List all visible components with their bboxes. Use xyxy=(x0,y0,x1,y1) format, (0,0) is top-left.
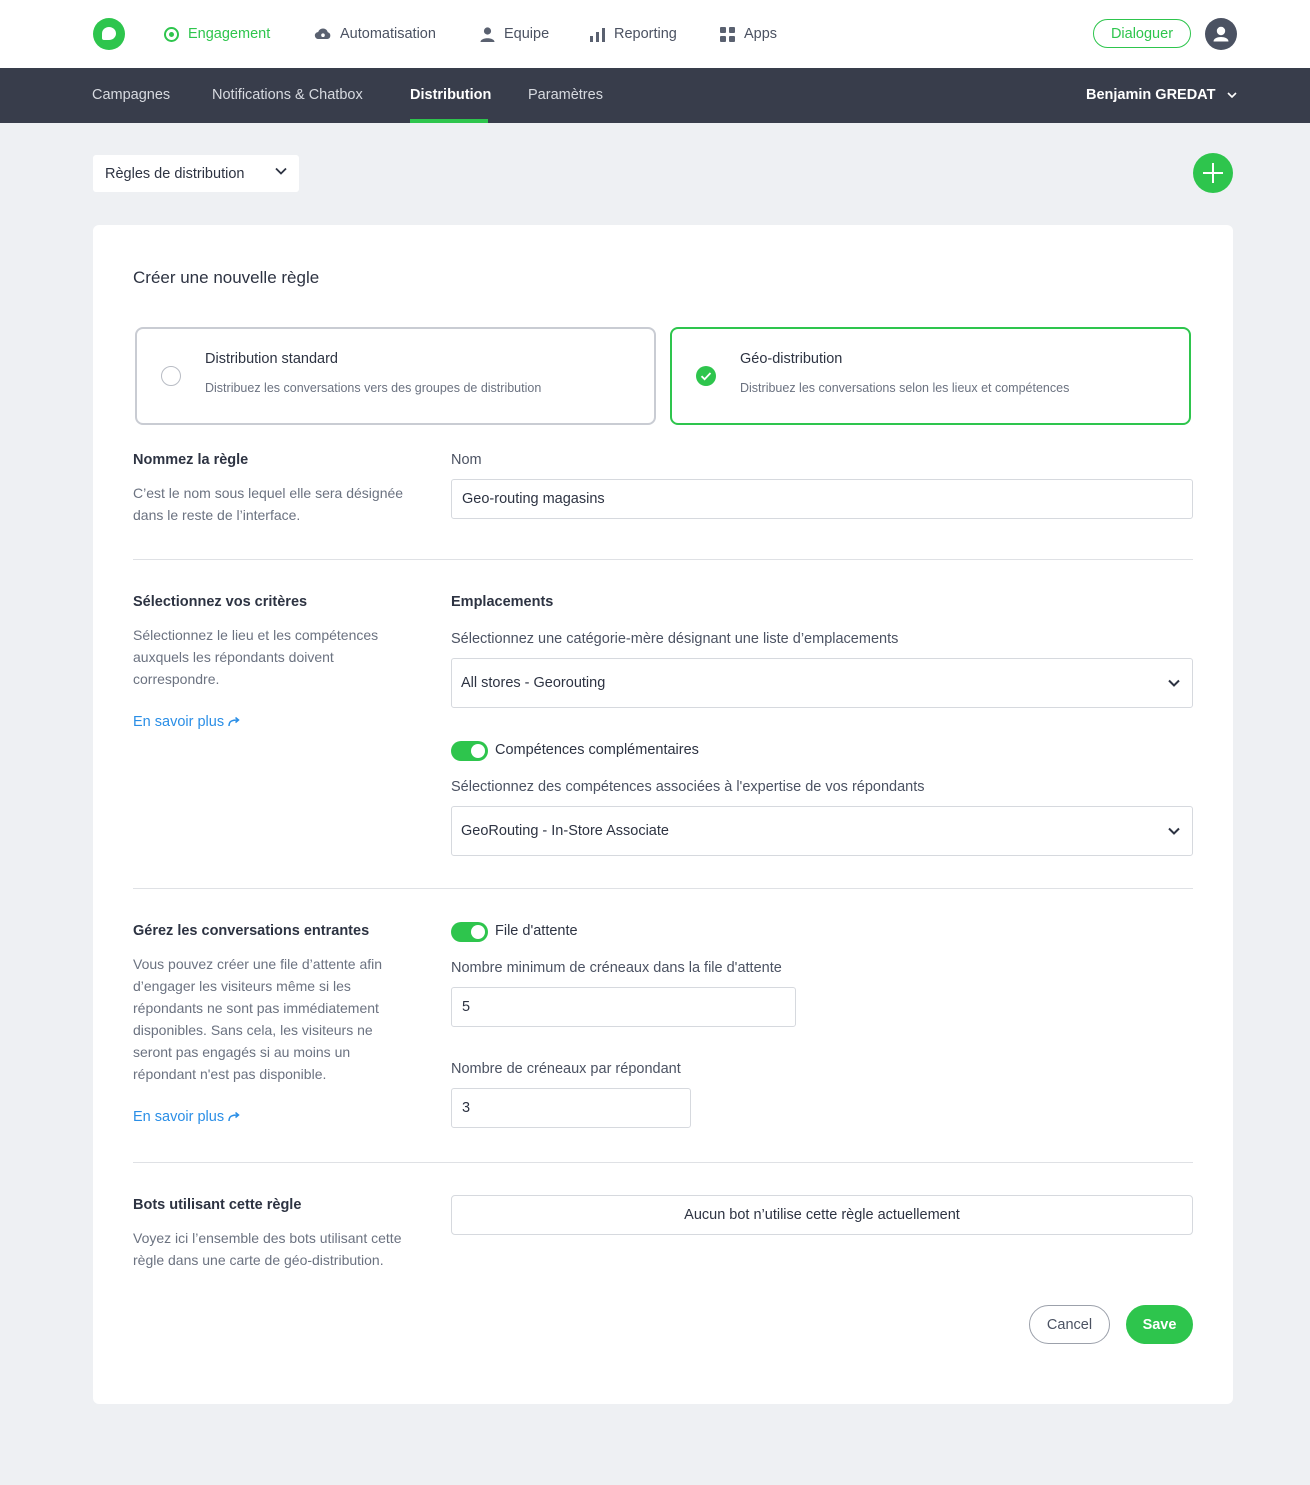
incoming-section-title: Gérez les conversations entrantes xyxy=(133,923,370,939)
logo-icon[interactable] xyxy=(93,18,125,50)
save-button[interactable]: Save xyxy=(1126,1305,1193,1344)
nav-apps[interactable]: Apps xyxy=(719,24,777,44)
nav-equipe[interactable]: Equipe xyxy=(479,24,549,44)
option-title: Géo-distribution xyxy=(740,351,843,367)
add-rule-button[interactable] xyxy=(1193,153,1233,193)
divider xyxy=(133,559,1193,560)
user-menu[interactable]: Benjamin GREDAT xyxy=(1086,87,1238,103)
tab-parametres[interactable]: Paramètres xyxy=(528,87,603,103)
redirect-arrow-icon xyxy=(228,1112,240,1122)
tab-campagnes[interactable]: Campagnes xyxy=(92,87,170,103)
locations-select[interactable]: All stores - Georouting xyxy=(451,658,1193,708)
check-circle-icon[interactable] xyxy=(696,366,716,386)
name-section-description: C’est le nom sous lequel elle sera désig… xyxy=(133,485,404,523)
sub-nav: Campagnes Notifications & Chatbox Distri… xyxy=(0,68,1310,123)
divider xyxy=(133,888,1193,889)
tab-distribution[interactable]: Distribution xyxy=(410,87,491,103)
rule-name-input[interactable]: Geo-routing magasins xyxy=(451,479,1193,519)
option-description: Distribuez les conversations vers des gr… xyxy=(205,381,542,395)
criteria-section-title: Sélectionnez vos critères xyxy=(133,594,308,610)
nav-automatisation[interactable]: Automatisation xyxy=(314,24,436,44)
learn-more-label: En savoir plus xyxy=(133,714,225,730)
redirect-arrow-icon xyxy=(228,717,240,727)
learn-more-label: En savoir plus xyxy=(133,1109,225,1125)
skills-help: Sélectionnez des compétences associées à… xyxy=(451,779,925,795)
skills-toggle-label: Compétences complémentaires xyxy=(495,742,699,758)
nav-engagement-label: Engagement xyxy=(188,26,271,42)
nav-automatisation-label: Automatisation xyxy=(340,26,436,42)
chevron-down-icon xyxy=(275,167,287,175)
divider xyxy=(133,1162,1193,1163)
nav-reporting[interactable]: Reporting xyxy=(589,24,677,44)
slots-per-agent-value: 3 xyxy=(462,1100,471,1116)
option-distribution-standard[interactable]: Distribution standard Distribuez les con… xyxy=(135,327,656,425)
option-title: Distribution standard xyxy=(205,351,338,367)
learn-more-link[interactable]: En savoir plus xyxy=(133,1109,240,1125)
top-bar: Engagement Automatisation Equipe Reporti… xyxy=(0,0,1310,68)
bar-chart-icon xyxy=(590,27,605,42)
rule-form-card: Créer une nouvelle règle Distribution st… xyxy=(93,225,1233,1404)
min-slots-label: Nombre minimum de créneaux dans la file … xyxy=(451,960,782,976)
criteria-section-description: Sélectionnez le lieu et les compétences … xyxy=(133,627,379,687)
rule-name-value: Geo-routing magasins xyxy=(462,491,605,507)
user-avatar-icon xyxy=(1213,26,1229,42)
skills-select[interactable]: GeoRouting - In-Store Associate xyxy=(451,806,1193,856)
nav-apps-label: Apps xyxy=(744,26,778,42)
no-bots-message: Aucun bot n’utilise cette règle actuelle… xyxy=(451,1195,1193,1235)
cloud-icon xyxy=(314,28,331,40)
nav-engagement[interactable]: Engagement xyxy=(163,24,270,44)
tab-notifications-chatbox[interactable]: Notifications & Chatbox xyxy=(212,87,363,103)
rules-select-value: Règles de distribution xyxy=(105,165,245,182)
locations-select-value: All stores - Georouting xyxy=(461,675,606,691)
radio-unchecked-icon[interactable] xyxy=(161,366,181,386)
learn-more-link[interactable]: En savoir plus xyxy=(133,714,240,730)
chevron-down-icon xyxy=(1168,679,1180,687)
bots-section-description: Voyez ici l’ensemble des bots utilisant … xyxy=(133,1230,402,1268)
slots-per-agent-input[interactable]: 3 xyxy=(451,1088,691,1128)
skills-select-value: GeoRouting - In-Store Associate xyxy=(461,823,669,839)
name-field-label: Nom xyxy=(451,452,482,468)
min-slots-value: 5 xyxy=(462,999,471,1015)
incoming-section-description: Vous pouvez créer une file d’attente afi… xyxy=(133,956,383,1082)
slots-per-agent-label: Nombre de créneaux par répondant xyxy=(451,1061,681,1077)
queue-toggle-label: File d'attente xyxy=(495,923,578,939)
nav-equipe-label: Equipe xyxy=(504,26,550,42)
form-title: Créer une nouvelle règle xyxy=(133,268,320,287)
locations-help: Sélectionnez une catégorie-mère désignan… xyxy=(451,631,899,647)
queue-toggle[interactable] xyxy=(451,922,488,942)
locations-label: Emplacements xyxy=(451,594,554,610)
chevron-down-icon xyxy=(1227,92,1238,98)
bots-section-title: Bots utilisant cette règle xyxy=(133,1197,302,1213)
dialoguer-button[interactable]: Dialoguer xyxy=(1093,19,1191,48)
grid-icon xyxy=(720,26,735,42)
active-tab-indicator xyxy=(410,119,488,123)
skills-toggle[interactable] xyxy=(451,741,488,761)
option-geo-distribution[interactable]: Géo-distribution Distribuez les conversa… xyxy=(670,327,1191,425)
min-slots-input[interactable]: 5 xyxy=(451,987,796,1027)
nav-reporting-label: Reporting xyxy=(614,26,677,42)
option-description: Distribuez les conversations selon les l… xyxy=(740,381,1070,395)
name-section-title: Nommez la règle xyxy=(133,452,249,468)
avatar[interactable] xyxy=(1205,18,1237,50)
user-name: Benjamin GREDAT xyxy=(1086,87,1216,103)
person-icon xyxy=(480,26,495,42)
rules-select[interactable]: Règles de distribution xyxy=(93,155,299,192)
cancel-button[interactable]: Cancel xyxy=(1029,1305,1110,1344)
chevron-down-icon xyxy=(1168,827,1180,835)
target-icon xyxy=(164,26,179,42)
